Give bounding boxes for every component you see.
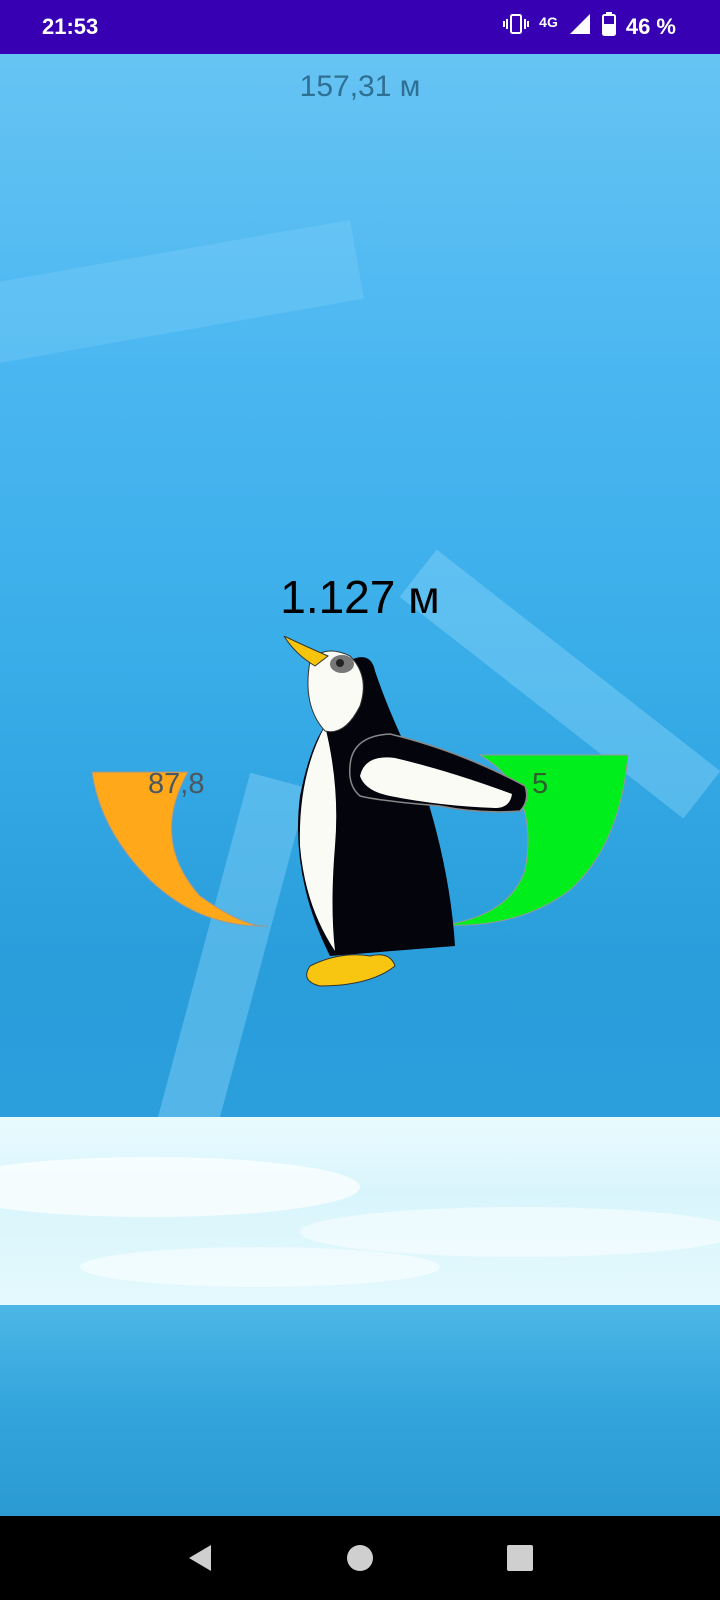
game-screen: 21:53 4G 46 % 157,31 м 1.127 м 87,8 5 <box>0 0 720 1600</box>
status-icons: 4G 46 % <box>503 12 676 42</box>
distance-readout: 1.127 м <box>280 571 440 623</box>
status-time: 21:53 <box>42 14 99 39</box>
left-gauge-value: 87,8 <box>148 768 205 800</box>
ice-ground <box>0 1117 720 1305</box>
water-background <box>0 1305 720 1516</box>
penguin-character[interactable] <box>280 636 540 1006</box>
height-readout: 157,31 м <box>299 70 421 103</box>
system-nav-bar <box>0 1516 720 1600</box>
battery-level: 46 % <box>625 14 676 39</box>
signal-icon <box>568 12 592 42</box>
battery-icon <box>601 12 616 42</box>
network-type: 4G <box>539 14 558 30</box>
status-bar: 21:53 4G 46 % <box>0 0 720 54</box>
back-icon[interactable] <box>180 1538 220 1578</box>
home-icon[interactable] <box>340 1538 380 1578</box>
recents-icon[interactable] <box>500 1538 540 1578</box>
vibrate-icon <box>503 13 530 41</box>
